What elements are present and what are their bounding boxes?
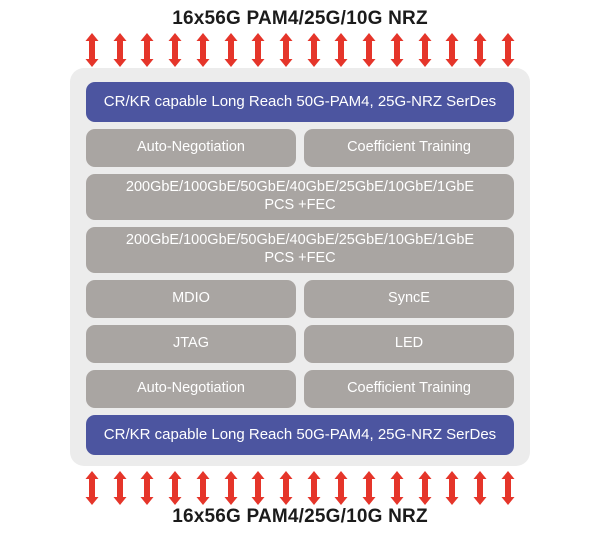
- double-arrow-up-down-icon: [445, 33, 459, 67]
- top-interface-label: 16x56G PAM4/25G/10G NRZ: [172, 8, 428, 29]
- block-coefficient-training-top[interactable]: Coefficient Training: [304, 129, 514, 167]
- diagram-row: Auto-Negotiation Coefficient Training: [86, 370, 514, 408]
- double-arrow-up-down-icon: [501, 471, 515, 505]
- double-arrow-up-down-icon: [362, 33, 376, 67]
- double-arrow-up-down-icon: [85, 33, 99, 67]
- double-arrow-up-down-icon: [168, 33, 182, 67]
- diagram-row: 200GbE/100GbE/50GbE/40GbE/25GbE/10GbE/1G…: [86, 227, 514, 273]
- chip-container: CR/KR capable Long Reach 50G-PAM4, 25G-N…: [70, 68, 530, 466]
- double-arrow-up-down-icon: [196, 33, 210, 67]
- diagram-row: JTAG LED: [86, 325, 514, 363]
- double-arrow-up-down-icon: [196, 471, 210, 505]
- chip-block-diagram: 16x56G PAM4/25G/10G NRZ CR/KR capable Lo…: [0, 0, 600, 542]
- block-serdes-bottom[interactable]: CR/KR capable Long Reach 50G-PAM4, 25G-N…: [86, 415, 514, 455]
- double-arrow-up-down-icon: [168, 471, 182, 505]
- top-arrow-row: [85, 32, 515, 68]
- double-arrow-up-down-icon: [334, 33, 348, 67]
- double-arrow-up-down-icon: [85, 471, 99, 505]
- double-arrow-up-down-icon: [334, 471, 348, 505]
- double-arrow-up-down-icon: [307, 471, 321, 505]
- block-jtag[interactable]: JTAG: [86, 325, 296, 363]
- double-arrow-up-down-icon: [140, 33, 154, 67]
- block-pcs-fec-2-line1: 200GbE/100GbE/50GbE/40GbE/25GbE/10GbE/1G…: [125, 232, 475, 249]
- double-arrow-up-down-icon: [418, 471, 432, 505]
- double-arrow-up-down-icon: [224, 33, 238, 67]
- double-arrow-up-down-icon: [113, 471, 127, 505]
- bottom-arrow-row: [85, 470, 515, 506]
- double-arrow-up-down-icon: [140, 471, 154, 505]
- double-arrow-up-down-icon: [251, 471, 265, 505]
- block-auto-negotiation-bottom[interactable]: Auto-Negotiation: [86, 370, 296, 408]
- double-arrow-up-down-icon: [501, 33, 515, 67]
- double-arrow-up-down-icon: [445, 471, 459, 505]
- double-arrow-up-down-icon: [279, 471, 293, 505]
- double-arrow-up-down-icon: [390, 471, 404, 505]
- block-synce[interactable]: SyncE: [304, 280, 514, 318]
- block-serdes-top[interactable]: CR/KR capable Long Reach 50G-PAM4, 25G-N…: [86, 82, 514, 122]
- block-pcs-fec-1[interactable]: 200GbE/100GbE/50GbE/40GbE/25GbE/10GbE/1G…: [86, 174, 514, 220]
- double-arrow-up-down-icon: [113, 33, 127, 67]
- double-arrow-up-down-icon: [418, 33, 432, 67]
- double-arrow-up-down-icon: [251, 33, 265, 67]
- block-pcs-fec-1-line2: PCS +FEC: [264, 197, 336, 213]
- double-arrow-up-down-icon: [224, 471, 238, 505]
- block-led[interactable]: LED: [304, 325, 514, 363]
- double-arrow-up-down-icon: [473, 471, 487, 505]
- block-mdio[interactable]: MDIO: [86, 280, 296, 318]
- diagram-row: CR/KR capable Long Reach 50G-PAM4, 25G-N…: [86, 415, 514, 455]
- block-pcs-fec-1-line1: 200GbE/100GbE/50GbE/40GbE/25GbE/10GbE/1G…: [125, 179, 475, 196]
- block-auto-negotiation-top[interactable]: Auto-Negotiation: [86, 129, 296, 167]
- block-pcs-fec-2[interactable]: 200GbE/100GbE/50GbE/40GbE/25GbE/10GbE/1G…: [86, 227, 514, 273]
- bottom-interface-label: 16x56G PAM4/25G/10G NRZ: [172, 506, 428, 527]
- block-coefficient-training-bottom[interactable]: Coefficient Training: [304, 370, 514, 408]
- double-arrow-up-down-icon: [473, 33, 487, 67]
- double-arrow-up-down-icon: [390, 33, 404, 67]
- double-arrow-up-down-icon: [307, 33, 321, 67]
- double-arrow-up-down-icon: [279, 33, 293, 67]
- diagram-row: 200GbE/100GbE/50GbE/40GbE/25GbE/10GbE/1G…: [86, 174, 514, 220]
- double-arrow-up-down-icon: [362, 471, 376, 505]
- block-pcs-fec-2-line2: PCS +FEC: [264, 250, 336, 266]
- diagram-row: CR/KR capable Long Reach 50G-PAM4, 25G-N…: [86, 82, 514, 122]
- diagram-row: MDIO SyncE: [86, 280, 514, 318]
- diagram-row: Auto-Negotiation Coefficient Training: [86, 129, 514, 167]
